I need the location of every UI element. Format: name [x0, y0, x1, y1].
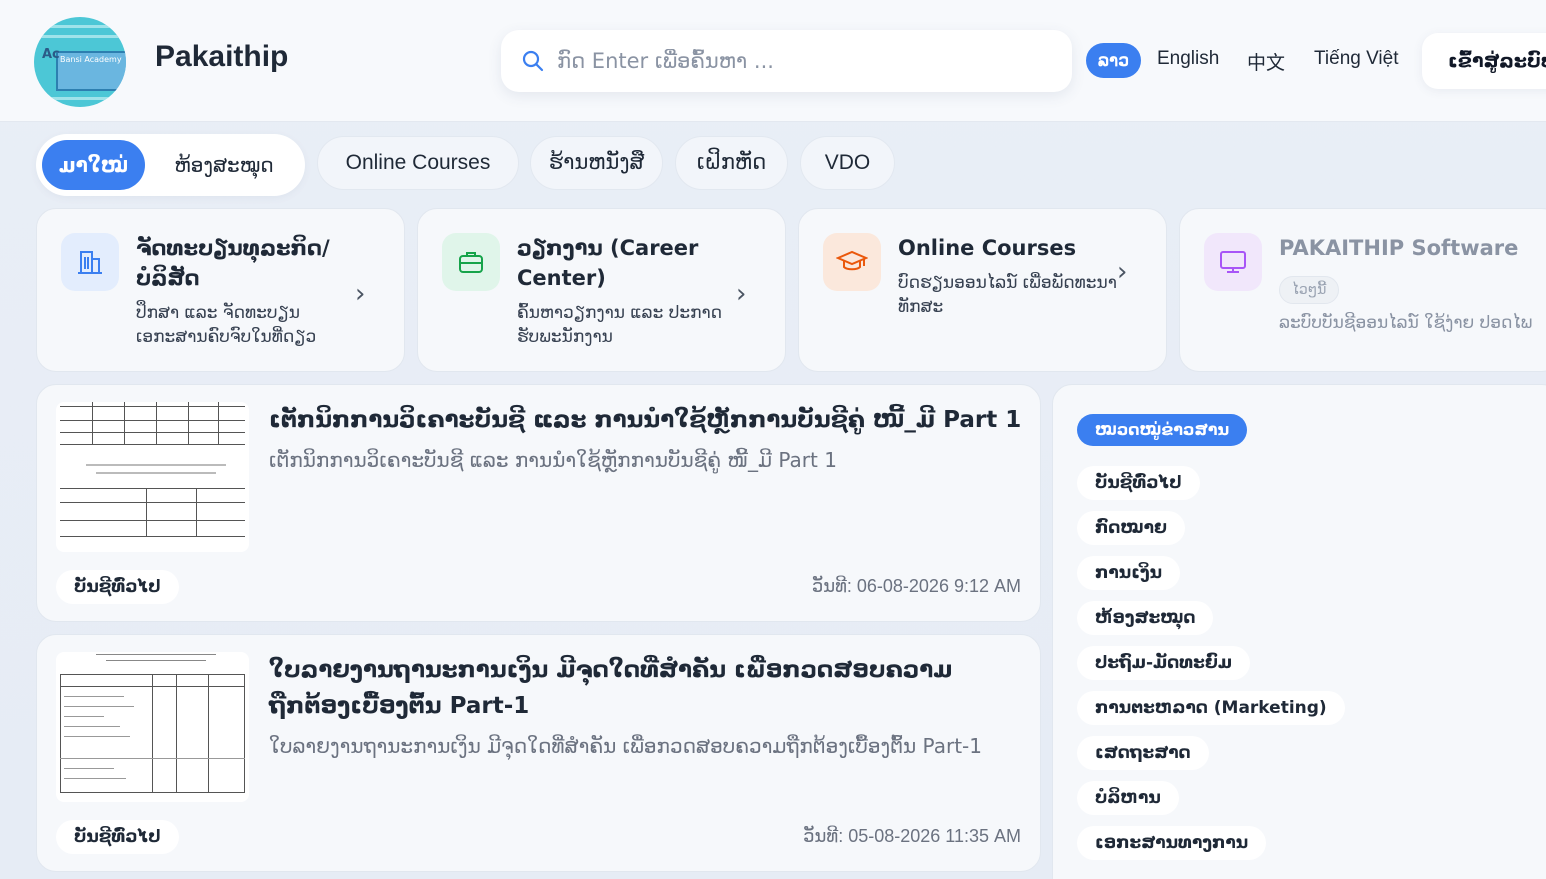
category-item[interactable]: ເສດຖະສາດ: [1077, 736, 1209, 770]
briefcase-icon: [442, 233, 500, 291]
tab-online-courses[interactable]: Online Courses: [317, 136, 519, 190]
monitor-icon: [1204, 233, 1262, 291]
tab-new[interactable]: ມາໃໝ່: [42, 140, 145, 190]
academy-logo[interactable]: Ac Bansi Academy: [34, 17, 126, 107]
service-card-software: PAKAITHIP Software ໄວໆນີ້ ລະບົບບັນຊີອອນໄ…: [1179, 208, 1546, 372]
service-title: Online Courses: [898, 236, 1077, 260]
category-item[interactable]: ຫ້ອງສະໝຸດ: [1077, 601, 1214, 635]
graduation-cap-icon: [823, 233, 881, 291]
article-thumbnail: [56, 652, 249, 802]
article-category-tag[interactable]: ບັນຊີທົ່ວໄປ: [56, 820, 179, 854]
building-icon: [61, 233, 119, 291]
article-date: ວັນທີ: 05-08-2026 11:35 AM: [803, 826, 1021, 846]
service-desc: ປຶກສາ ແລະ ຈັດທະບຽນ ເອກະສານຄົບຈົບໃນທີ່ດຽວ: [136, 303, 317, 347]
category-item[interactable]: ບັນຊີທົ່ວໄປ: [1077, 466, 1200, 500]
tab-vdo[interactable]: VDO: [800, 136, 895, 190]
search-icon: [522, 50, 544, 72]
tab-bookstore[interactable]: ຮ້ານຫນັງສື: [530, 136, 663, 190]
service-desc: ລະບົບບັນຊີອອນໄລນ໌ ໃຊ້ງ່າຍ ປອດໄພ: [1279, 313, 1533, 333]
category-item[interactable]: ປະຖົມ-ມັດທະຍົມ: [1077, 646, 1251, 680]
lang-chinese[interactable]: 中文: [1247, 48, 1285, 75]
service-title: PAKAITHIP Software: [1279, 236, 1519, 260]
tab-practice[interactable]: ເຝິກຫັດ: [675, 136, 788, 190]
service-card-career-center[interactable]: ວຽກງານ (Career Center) ຄົ້ນຫາວຽກງານ ແລະ …: [417, 208, 786, 372]
article-title[interactable]: ໃບລາຍງານຖານະການເງິນ ມີຈຸດໃດທີ່ສຳຄັນ ເພື່…: [269, 652, 1029, 724]
chevron-right-icon: ›: [355, 279, 366, 309]
service-card-online-courses[interactable]: Online Courses ບົດຮຽນອອນໄລນ໌ ເພື່ອພັດທະນ…: [798, 208, 1167, 372]
category-item[interactable]: ການເງິນ: [1077, 556, 1181, 590]
category-item[interactable]: ເອກະສານທາງການ: [1077, 826, 1267, 860]
login-button[interactable]: ເຂົ້າສູ່ລະບົບ: [1422, 33, 1546, 89]
article-card[interactable]: ເຕັກນິກການວິເຄາະບັນຊີ ແລະ ການນຳໃຊ້ຫຼັກກາ…: [36, 384, 1041, 622]
logo-badge-text: Bansi Academy: [60, 55, 122, 64]
lang-english[interactable]: English: [1157, 48, 1219, 70]
article-subtitle: ໃບລາຍງານຖານະການເງິນ ມີຈຸດໃດທີ່ສຳຄັນ ເພື່…: [269, 734, 982, 758]
news-category-sidebar: ໝວດໝູ່ຂ່າວສານ ບັນຊີທົ່ວໄປ ກົດໝາຍ ການເງິນ…: [1052, 384, 1546, 879]
article-thumbnail: [56, 402, 249, 552]
category-item[interactable]: ການຕະຫລາດ (Marketing): [1077, 691, 1345, 725]
category-item[interactable]: ກົດໝາຍ: [1077, 511, 1185, 545]
chevron-right-icon: ›: [1117, 257, 1128, 287]
article-card[interactable]: ໃບລາຍງານຖານະການເງິນ ມີຈຸດໃດທີ່ສຳຄັນ ເພື່…: [36, 634, 1041, 872]
article-category-tag[interactable]: ບັນຊີທົ່ວໄປ: [56, 570, 179, 604]
coming-soon-badge: ໄວໆນີ້: [1279, 276, 1340, 304]
service-desc: ບົດຮຽນອອນໄລນ໌ ເພື່ອພັດທະນາທັກສະ: [898, 273, 1117, 317]
logo-letters: Ac: [42, 47, 60, 62]
article-date: ວັນທີ: 06-08-2026 9:12 AM: [811, 576, 1021, 596]
chevron-right-icon: ›: [736, 279, 747, 309]
top-header: Ac Bansi Academy Pakaithip ລາວ English 中…: [0, 0, 1546, 122]
article-title[interactable]: ເຕັກນິກການວິເຄາະບັນຊີ ແລະ ການນຳໃຊ້ຫຼັກກາ…: [269, 402, 1029, 438]
lang-lao[interactable]: ລາວ: [1086, 43, 1141, 78]
article-subtitle: ເຕັກນິກການວິເຄາະບັນຊີ ແລະ ການນຳໃຊ້ຫຼັກກາ…: [269, 448, 837, 472]
service-desc: ຄົ້ນຫາວຽກງານ ແລະ ປະກາດຮັບພະນັກງານ: [517, 303, 723, 347]
search-box[interactable]: [501, 30, 1072, 92]
brand-name[interactable]: Pakaithip: [155, 40, 288, 74]
category-heading: ໝວດໝູ່ຂ່າວສານ: [1077, 414, 1248, 446]
service-title: ຈັດທະບຽນທຸລະກິດ/ບໍລິສັດ: [136, 236, 330, 290]
lang-vietnamese[interactable]: Tiếng Việt: [1314, 48, 1399, 70]
search-input[interactable]: [557, 44, 1057, 78]
category-item[interactable]: ບໍລິຫານ: [1077, 781, 1179, 815]
service-card-business-registration[interactable]: ຈັດທະບຽນທຸລະກິດ/ບໍລິສັດ ປຶກສາ ແລະ ຈັດທະບ…: [36, 208, 405, 372]
service-title: ວຽກງານ (Career Center): [517, 236, 699, 290]
tab-library[interactable]: ຫ້ອງສະໝຸດ: [150, 140, 298, 190]
